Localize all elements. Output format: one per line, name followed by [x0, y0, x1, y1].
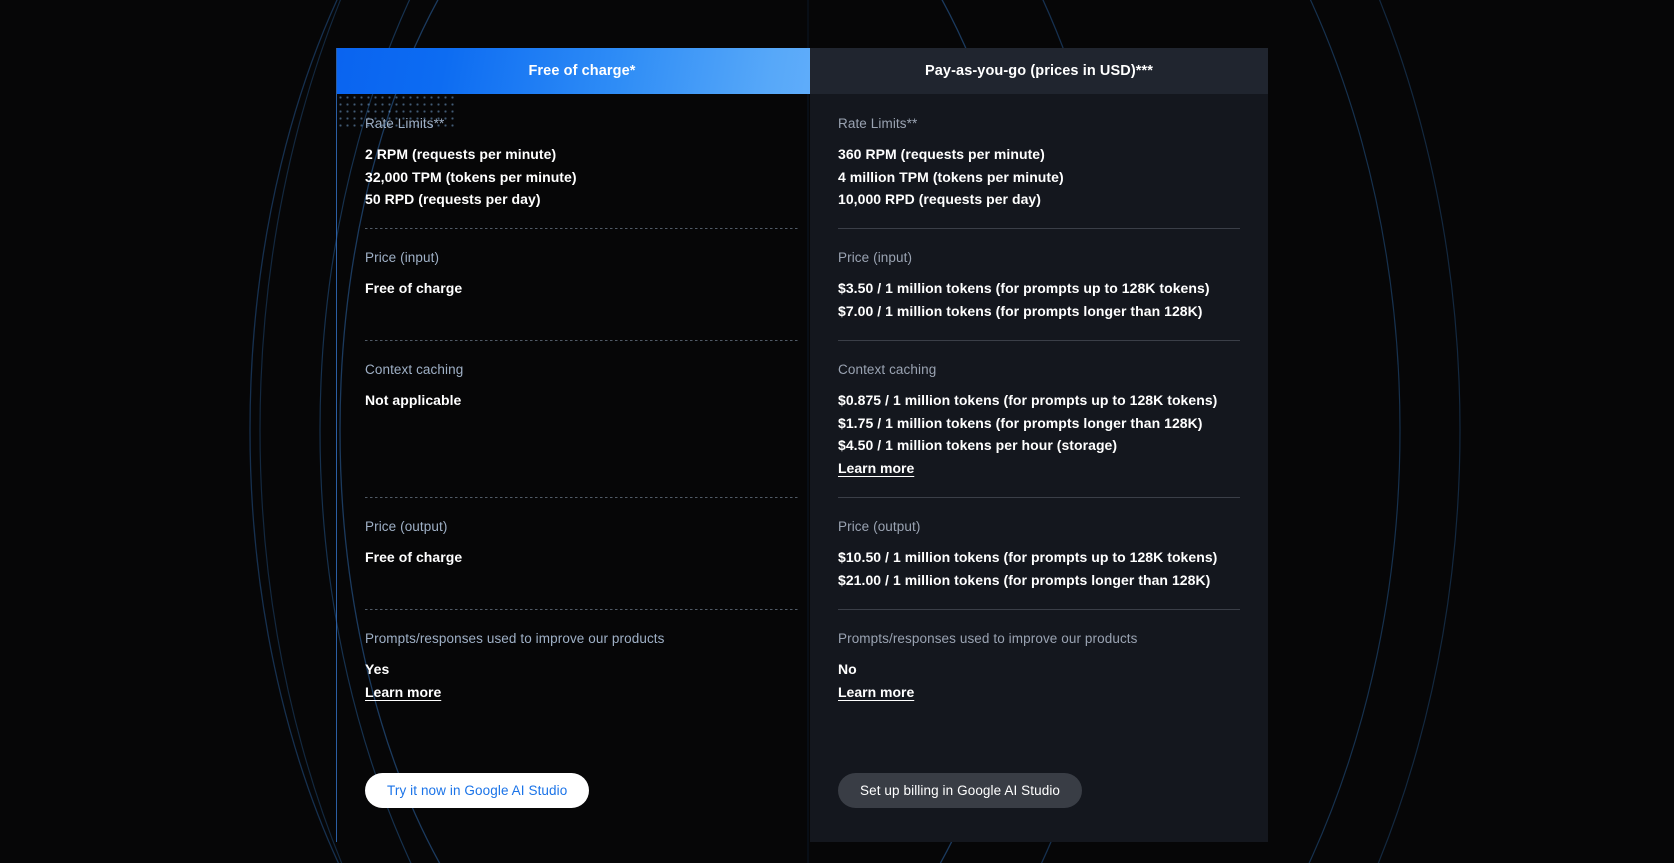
section-label: Context caching [365, 362, 464, 377]
set-up-billing-button[interactable]: Set up billing in Google AI Studio [838, 773, 1083, 808]
learn-more-link[interactable]: Learn more [838, 457, 914, 480]
section-rate-limits: Rate Limits** 2 RPM (requests per minute… [365, 94, 799, 228]
card-header-title: Free of charge* [528, 63, 636, 79]
section-label: Price (output) [838, 519, 921, 534]
card-body-free: Rate Limits** 2 RPM (requests per minute… [337, 94, 827, 842]
value-line: $10.50 / 1 million tokens (for prompts u… [838, 549, 1218, 565]
value-line: $7.00 / 1 million tokens (for prompts lo… [838, 302, 1203, 319]
value-line: 360 RPM (requests per minute) [838, 146, 1045, 162]
section-values: No Learn more [838, 658, 1240, 703]
pricing-comparison-page: Free of charge* Rate Limits** 2 RPM (req… [0, 0, 1674, 863]
value-line: $3.50 / 1 million tokens (for prompts up… [838, 280, 1210, 296]
section-context-caching: Context caching Not applicable [365, 340, 799, 497]
value-line: $4.50 / 1 million tokens per hour (stora… [838, 437, 1118, 453]
section-values: Free of charge [365, 277, 799, 300]
value-line: Yes [365, 661, 390, 677]
section-values: $3.50 / 1 million tokens (for prompts up… [838, 277, 1240, 322]
card-header-paid: Pay-as-you-go (prices in USD)*** [810, 48, 1268, 94]
section-values: 2 RPM (requests per minute) 32,000 TPM (… [365, 143, 799, 211]
card-body-paid: Rate Limits** 360 RPM (requests per minu… [810, 94, 1268, 842]
section-values: Free of charge [365, 546, 799, 569]
section-label: Rate Limits** [365, 116, 445, 131]
value-line: Free of charge [365, 280, 463, 296]
value-line: 4 million TPM (tokens per minute) [838, 168, 1064, 185]
value-line: $1.75 / 1 million tokens (for prompts lo… [838, 414, 1203, 431]
section-label: Price (input) [365, 250, 440, 265]
section-rate-limits: Rate Limits** 360 RPM (requests per minu… [838, 94, 1240, 228]
value-line: No [838, 661, 857, 677]
section-values: Not applicable [365, 389, 799, 412]
section-label: Prompts/responses used to improve our pr… [838, 631, 1138, 646]
section-price-output: Price (output) Free of charge [365, 497, 799, 609]
pricing-card-free: Free of charge* Rate Limits** 2 RPM (req… [336, 48, 828, 842]
section-values: Yes Learn more [365, 658, 799, 703]
value-line: Not applicable [365, 392, 462, 408]
section-label: Price (input) [838, 250, 913, 265]
section-label: Price (output) [365, 519, 448, 534]
card-sections-paid: Rate Limits** 360 RPM (requests per minu… [810, 94, 1268, 842]
learn-more-link[interactable]: Learn more [838, 681, 914, 704]
section-price-input: Price (input) Free of charge [365, 228, 799, 340]
card-sections-free: Rate Limits** 2 RPM (requests per minute… [337, 94, 827, 842]
value-line: $21.00 / 1 million tokens (for prompts l… [838, 571, 1211, 588]
try-in-ai-studio-button[interactable]: Try it now in Google AI Studio [365, 773, 590, 808]
section-label: Prompts/responses used to improve our pr… [365, 631, 665, 646]
value-line: Free of charge [365, 549, 463, 565]
card-header-free: Free of charge* [337, 48, 827, 94]
value-line: 32,000 TPM (tokens per minute) [365, 168, 577, 185]
value-line: 2 RPM (requests per minute) [365, 146, 557, 162]
section-label: Rate Limits** [838, 116, 918, 131]
value-line: 50 RPD (requests per day) [365, 191, 541, 207]
section-price-input: Price (input) $3.50 / 1 million tokens (… [838, 228, 1240, 340]
section-values: $0.875 / 1 million tokens (for prompts u… [838, 389, 1240, 479]
value-line: $0.875 / 1 million tokens (for prompts u… [838, 392, 1218, 408]
value-line: 10,000 RPD (requests per day) [838, 191, 1041, 207]
section-values: $10.50 / 1 million tokens (for prompts u… [838, 546, 1240, 591]
pricing-card-pay-as-you-go: Pay-as-you-go (prices in USD)*** Rate Li… [810, 48, 1268, 842]
section-price-output: Price (output) $10.50 / 1 million tokens… [838, 497, 1240, 609]
card-header-title: Pay-as-you-go (prices in USD)*** [925, 63, 1153, 79]
section-context-caching: Context caching $0.875 / 1 million token… [838, 340, 1240, 497]
learn-more-link[interactable]: Learn more [365, 681, 441, 704]
section-label: Context caching [838, 362, 937, 377]
section-values: 360 RPM (requests per minute) 4 million … [838, 143, 1240, 211]
